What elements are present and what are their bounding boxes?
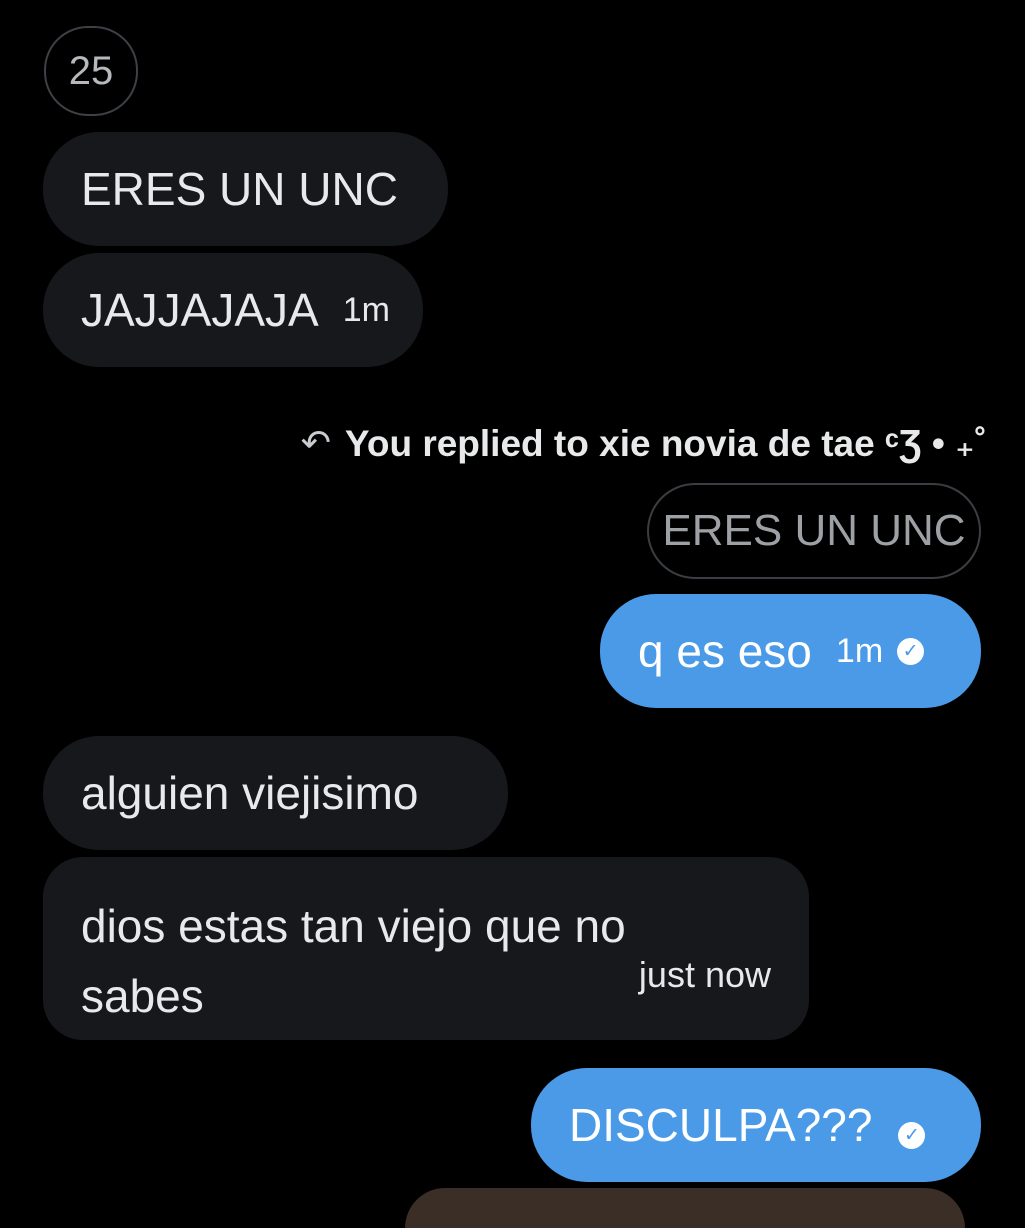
reply-context: ↶ You replied to xie novia de tae ᶜƷ • ₊… xyxy=(301,418,987,468)
check-circle-icon: ✓ xyxy=(897,637,925,665)
message-timestamp: 1m xyxy=(342,291,390,329)
reply-arrow-icon: ↶ xyxy=(300,422,331,463)
message-bubble-incoming[interactable]: JAJJAJAJA 1m xyxy=(43,253,423,367)
quoted-message[interactable]: ERES UN UNC xyxy=(647,483,981,579)
clipped-previous-text: · · · · xyxy=(505,0,705,6)
message-bubble-incoming[interactable]: dios estas tan viejo que no sabes just n… xyxy=(43,857,809,1040)
message-bubble-incoming[interactable]: alguien viejisimo xyxy=(43,736,508,850)
message-bubble-outgoing[interactable]: q es eso 1m ✓ xyxy=(600,594,981,708)
message-text: JAJJAJAJA xyxy=(81,284,319,336)
message-text: alguien viejisimo xyxy=(81,767,419,819)
reaction-count-badge[interactable]: 25 xyxy=(44,26,138,116)
message-text: ERES UN UNC xyxy=(81,163,398,215)
reply-note-text: You replied to xie novia de tae ᶜƷ • ₊˚ xyxy=(344,422,987,464)
check-circle-icon: ✓ xyxy=(898,1121,926,1149)
message-timestamp: 1m xyxy=(835,632,884,670)
message-bubble-incoming[interactable]: ERES UN UNC xyxy=(43,132,448,246)
message-text: q es eso xyxy=(638,625,812,677)
image-message-preview[interactable] xyxy=(405,1188,965,1228)
message-text: DISCULPA??? xyxy=(569,1099,873,1151)
message-bubble-outgoing[interactable]: DISCULPA??? ✓ xyxy=(531,1068,981,1182)
message-timestamp: just now xyxy=(638,954,771,995)
